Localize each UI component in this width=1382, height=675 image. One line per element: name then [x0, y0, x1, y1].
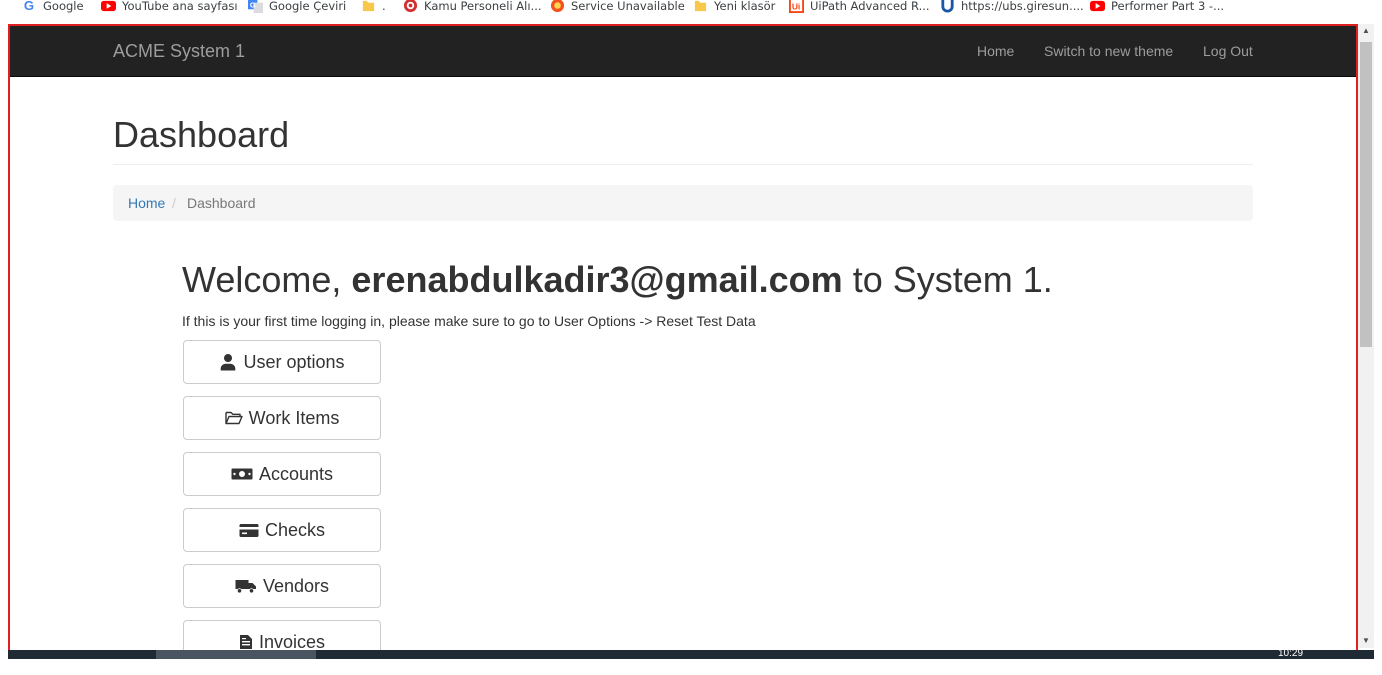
truck-icon: [235, 580, 256, 594]
scroll-up-arrow-icon[interactable]: ▲: [1358, 24, 1374, 38]
youtube-icon: [1090, 0, 1105, 12]
work-items-label: Work Items: [248, 407, 340, 428]
first-login-hint: If this is your first time logging in, p…: [182, 313, 756, 329]
invoices-label: Invoices: [258, 631, 326, 652]
accounts-label: Accounts: [258, 463, 334, 484]
nav-link-home[interactable]: Home: [977, 26, 1014, 76]
page-title: Dashboard: [113, 114, 290, 155]
bookmark-folder[interactable]: .: [361, 0, 386, 14]
bookmark-label: Kamu Personeli Alı...: [424, 0, 542, 13]
user-options-button[interactable]: User options: [183, 340, 381, 384]
user-icon: [221, 354, 236, 371]
file-invoice-icon: [239, 635, 252, 649]
youtube-icon: [101, 0, 116, 12]
bookmark-performer[interactable]: Performer Part 3 -...: [1090, 0, 1224, 14]
bookmark-translate[interactable]: G Google Çeviri: [248, 0, 346, 14]
welcome-suffix: to System 1.: [852, 259, 1053, 300]
bookmark-youtube[interactable]: YouTube ana sayfası: [101, 0, 238, 14]
invoices-button[interactable]: Invoices: [183, 620, 381, 652]
bookmark-yeni-klasor[interactable]: Yeni klasör: [693, 0, 775, 14]
bookmark-label: Yeni klasör: [714, 0, 776, 13]
nav-link-logout[interactable]: Log Out: [1203, 26, 1253, 76]
translate-icon: G: [248, 0, 263, 13]
taskbar: 10:29: [8, 648, 1374, 659]
breadcrumb-current: Dashboard: [187, 195, 256, 211]
welcome-heading: Welcome, erenabdulkadir3@gmail.com to Sy…: [182, 259, 1053, 301]
bookmark-label: Google: [43, 0, 84, 13]
svg-text:G: G: [24, 0, 34, 13]
svg-text:G: G: [250, 0, 256, 9]
nav-link-switch-theme[interactable]: Switch to new theme: [1044, 26, 1173, 76]
credit-card-icon: [239, 524, 259, 537]
breadcrumb: Home / Dashboard: [113, 185, 1253, 221]
welcome-email: erenabdulkadir3@gmail.com: [351, 259, 843, 300]
kamu-icon: [403, 0, 418, 13]
bookmark-label: .: [382, 0, 386, 13]
bookmark-label: https://ubs.giresun....: [961, 0, 1084, 13]
google-icon: G: [24, 0, 34, 13]
breadcrumb-home-link[interactable]: Home: [128, 185, 165, 221]
bookmark-label: Service Unavailable: [571, 0, 685, 13]
bookmark-kamu[interactable]: Kamu Personeli Alı...: [403, 0, 542, 14]
page-frame: ACME System 1 Home Switch to new theme L…: [8, 24, 1358, 652]
bookmark-ubs[interactable]: https://ubs.giresun....: [940, 0, 1084, 14]
bookmark-label: UiPath Advanced R...: [810, 0, 930, 13]
taskbar-clock: 10:29: [1278, 648, 1304, 659]
work-items-button[interactable]: Work Items: [183, 396, 381, 440]
bookmark-google[interactable]: G Google: [22, 0, 84, 14]
bookmark-service[interactable]: Service Unavailable: [550, 0, 685, 14]
folder-icon: [362, 0, 375, 12]
ubs-icon: [941, 0, 954, 13]
bookmark-label: Google Çeviri: [269, 0, 347, 13]
service-icon: [550, 0, 565, 13]
scroll-down-arrow-icon[interactable]: ▼: [1358, 634, 1374, 648]
money-bill-icon: [231, 468, 253, 480]
bookmarks-bar: G Google YouTube ana sayfası G Google Çe…: [0, 0, 1382, 14]
folder-open-icon: [224, 411, 243, 425]
accounts-button[interactable]: Accounts: [183, 452, 381, 496]
title-divider: [113, 164, 1253, 165]
vendors-button[interactable]: Vendors: [183, 564, 381, 608]
checks-button[interactable]: Checks: [183, 508, 381, 552]
navbar-brand[interactable]: ACME System 1: [113, 26, 245, 76]
bookmark-uipath[interactable]: Ui UiPath Advanced R...: [789, 0, 930, 14]
bookmark-label: YouTube ana sayfası: [122, 0, 238, 13]
user-options-label: User options: [243, 351, 345, 372]
vendors-label: Vendors: [262, 575, 330, 596]
svg-text:Ui: Ui: [792, 1, 800, 11]
vertical-scrollbar[interactable]: ▲ ▼: [1358, 24, 1374, 648]
folder-icon: [694, 0, 707, 12]
navbar: ACME System 1 Home Switch to new theme L…: [10, 26, 1356, 77]
welcome-prefix: Welcome,: [182, 259, 342, 300]
breadcrumb-separator: /: [172, 195, 176, 211]
bookmark-label: Performer Part 3 -...: [1111, 0, 1225, 13]
scroll-thumb[interactable]: [1360, 42, 1372, 347]
checks-label: Checks: [264, 519, 326, 540]
uipath-icon: Ui: [789, 0, 804, 13]
taskbar-active-window[interactable]: [156, 650, 316, 659]
